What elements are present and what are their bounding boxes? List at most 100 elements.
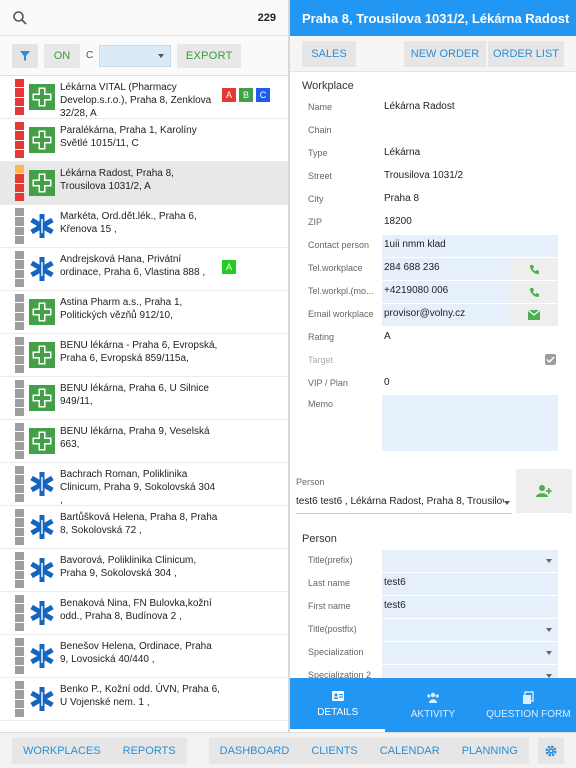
status-bar	[15, 192, 24, 201]
new-order-button[interactable]: NEW ORDER	[404, 40, 486, 67]
memo-textarea[interactable]	[382, 395, 558, 451]
field-row: Email workplace provisor@volny.cz	[290, 303, 576, 326]
reports-button[interactable]: REPORTS	[112, 738, 187, 764]
email-button[interactable]	[510, 304, 558, 326]
star-of-life-icon	[30, 472, 54, 496]
call-button[interactable]	[510, 281, 558, 303]
order-list-button[interactable]: ORDER LIST	[488, 40, 564, 67]
person-field-row: Specialization	[290, 641, 576, 664]
settings-button[interactable]	[538, 737, 564, 764]
field-value[interactable]: 284 688 236	[384, 262, 440, 273]
field-label: Street	[308, 171, 333, 181]
detail-form: Workplace Name Lékárna Radost Chain Type Lék…	[290, 76, 576, 678]
status-bar	[15, 183, 24, 192]
dashboard-button[interactable]: DASHBOARD	[209, 738, 301, 764]
field-row: Tel.workplace 284 688 236	[290, 257, 576, 280]
planning-button[interactable]: PLANNING	[451, 738, 529, 764]
list-item[interactable]: Bachrach Roman, Poliklinika Clinicum, Pr…	[0, 463, 288, 506]
field-value[interactable]: 1uii nmm klad	[384, 239, 446, 250]
status-bar	[15, 260, 24, 269]
list-item[interactable]: BENU lékárna, Praha 9, Veselská 663,	[0, 420, 288, 463]
field-label: Contact person	[308, 240, 370, 250]
target-checkbox[interactable]	[545, 354, 556, 365]
field-input[interactable]	[382, 596, 558, 618]
list-item[interactable]: Bavorová, Poliklinika Clinicum, Praha 9,…	[0, 549, 288, 592]
status-bar	[15, 303, 24, 312]
tab-question-form[interactable]: QUESTION FORM	[481, 678, 576, 732]
field-value[interactable]: provisor@volny.cz	[384, 308, 465, 319]
status-bar	[15, 312, 24, 321]
chevron-down-icon[interactable]	[546, 651, 552, 655]
field-label: Tel.workpl.(mo...	[308, 286, 374, 296]
bottom-center-group: DASHBOARD CLIENTS CALENDAR PLANNING	[208, 737, 529, 764]
field-value[interactable]: +4219080 006	[384, 285, 448, 296]
search-bar[interactable]: 229	[0, 0, 288, 36]
field-input[interactable]	[382, 665, 558, 678]
field-value[interactable]: test6	[384, 600, 406, 611]
status-badge: C	[256, 88, 270, 102]
person-select[interactable]: test6 test6 , Lékárna Radost, Praha 8, T…	[296, 496, 504, 507]
list-item[interactable]: Paralékárna, Praha 1, Karolíny Světlé 10…	[0, 119, 288, 162]
status-bars	[15, 681, 24, 717]
field-input[interactable]	[382, 619, 558, 641]
field-value: 18200	[384, 216, 412, 227]
status-bars	[15, 423, 24, 459]
list-item[interactable]: Benešov Helena, Ordinace, Praha 9, Lovos…	[0, 635, 288, 678]
workplaces-button[interactable]: WORKPLACES	[12, 738, 112, 764]
field-label: Rating	[308, 332, 335, 342]
status-bar	[15, 536, 24, 545]
chevron-down-icon[interactable]	[546, 628, 552, 632]
category-select[interactable]	[99, 44, 172, 67]
list-item[interactable]: Bartůšková Helena, Praha 8, Praha 8, Sok…	[0, 506, 288, 549]
status-bar	[15, 604, 24, 613]
status-bar	[15, 131, 24, 140]
list-item-label: Benko P., Kožní odd. ÚVN, Praha 6, U Voj…	[60, 684, 220, 708]
clients-button[interactable]: CLIENTS	[300, 738, 368, 764]
search-icon[interactable]	[12, 10, 28, 26]
detail-toolbar: SALES NEW ORDER ORDER LIST	[290, 36, 576, 72]
list-item[interactable]: Lékárna Radost, Praha 8, Trousilova 1031…	[0, 162, 288, 205]
field-input[interactable]	[382, 642, 558, 664]
status-bar	[15, 665, 24, 674]
tab-details[interactable]: DETAILS	[290, 678, 386, 732]
status-bar	[15, 423, 24, 432]
call-button[interactable]	[510, 258, 558, 280]
chevron-down-icon[interactable]	[504, 501, 510, 505]
star-of-life-icon	[30, 515, 54, 539]
field-input[interactable]	[382, 573, 558, 595]
check-icon	[546, 356, 555, 364]
list-item[interactable]: Markéta, Ord.dět.lék., Praha 6, Křenova …	[0, 205, 288, 248]
field-input[interactable]	[382, 550, 558, 572]
list-item[interactable]: BENU lékárna - Praha 6, Evropská, Praha …	[0, 334, 288, 377]
calendar-button[interactable]: CALENDAR	[369, 738, 451, 764]
list-item-label: Bartůšková Helena, Praha 8, Praha 8, Sok…	[60, 512, 218, 536]
c-label: C	[86, 50, 94, 61]
field-row: Tel.workpl.(mo... +4219080 006	[290, 280, 576, 303]
field-label: Name	[308, 102, 333, 112]
funnel-icon	[20, 50, 30, 61]
sales-button[interactable]: SALES	[302, 40, 356, 67]
on-toggle-button[interactable]: ON	[44, 43, 80, 68]
badges: A	[222, 260, 236, 274]
export-button[interactable]: EXPORT	[177, 43, 242, 68]
filter-button[interactable]	[12, 43, 38, 68]
person-select-label: Person	[296, 477, 325, 487]
list-item[interactable]: Lékárna VITAL (Pharmacy Develop.s.r.o.),…	[0, 76, 288, 119]
add-person-button[interactable]	[516, 469, 572, 513]
list-item-label: Astina Pharm a.s., Praha 1, Politických …	[60, 297, 183, 321]
status-badge: A	[222, 88, 236, 102]
star-of-life-icon	[30, 644, 54, 668]
status-bar	[15, 613, 24, 622]
field-value[interactable]: test6	[384, 577, 406, 588]
tab-aktivity[interactable]: AKTIVITY	[385, 678, 480, 732]
field-label: Specialization 2	[308, 670, 372, 678]
list-item[interactable]: Andrejsková Hana, Privátní ordinace, Pra…	[0, 248, 288, 291]
person-field-row: Last name test6	[290, 572, 576, 595]
list-item[interactable]: Benaková Nina, FN Bulovka,kožní odd., Pr…	[0, 592, 288, 635]
list-item[interactable]: Benko P., Kožní odd. ÚVN, Praha 6, U Voj…	[0, 678, 288, 721]
green-cross-icon	[29, 170, 55, 196]
list-item[interactable]: BENU lékárna, Praha 6, U Silnice 949/11,	[0, 377, 288, 420]
chevron-down-icon[interactable]	[546, 559, 552, 563]
status-bars	[15, 638, 24, 674]
list-item[interactable]: Astina Pharm a.s., Praha 1, Politických …	[0, 291, 288, 334]
